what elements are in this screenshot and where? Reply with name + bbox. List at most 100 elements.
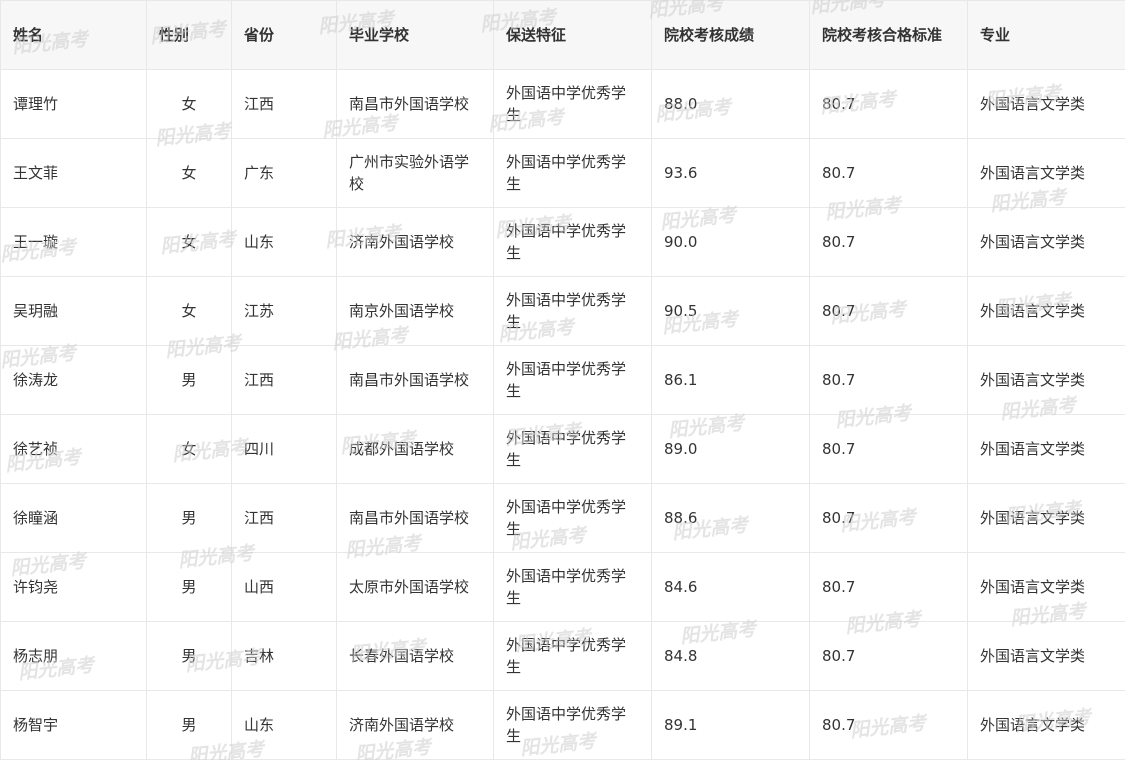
admission-table: 姓名 性别 省份 毕业学校 保送特征 院校考核成绩 院校考核合格标准 专业 谭理… xyxy=(0,0,1125,760)
cell-score: 90.0 xyxy=(651,207,810,277)
cell-score: 89.1 xyxy=(651,690,810,760)
cell-standard: 80.7 xyxy=(809,483,968,553)
cell-province: 江西 xyxy=(231,345,337,415)
cell-school: 济南外国语学校 xyxy=(336,690,494,760)
cell-name: 王文菲 xyxy=(0,138,147,208)
cell-standard: 80.7 xyxy=(809,621,968,691)
cell-gender: 男 xyxy=(146,690,232,760)
cell-province: 山东 xyxy=(231,207,337,277)
cell-feature: 外国语中学优秀学生 xyxy=(493,552,652,622)
header-name: 姓名 xyxy=(0,0,147,70)
header-major: 专业 xyxy=(967,0,1125,70)
header-gender: 性别 xyxy=(146,0,232,70)
cell-major: 外国语言文学类 xyxy=(967,138,1125,208)
cell-feature: 外国语中学优秀学生 xyxy=(493,138,652,208)
table-row: 杨智宇 男 山东 济南外国语学校 外国语中学优秀学生 89.1 80.7 外国语… xyxy=(0,690,1125,760)
cell-school: 南昌市外国语学校 xyxy=(336,345,494,415)
table-row: 徐艺祯 女 四川 成都外国语学校 外国语中学优秀学生 89.0 80.7 外国语… xyxy=(0,414,1125,484)
table-row: 杨志朋 男 吉林 长春外国语学校 外国语中学优秀学生 84.8 80.7 外国语… xyxy=(0,621,1125,691)
cell-score: 90.5 xyxy=(651,276,810,346)
cell-major: 外国语言文学类 xyxy=(967,276,1125,346)
cell-name: 许钧尧 xyxy=(0,552,147,622)
cell-gender: 女 xyxy=(146,138,232,208)
cell-gender: 女 xyxy=(146,69,232,139)
header-score: 院校考核成绩 xyxy=(651,0,810,70)
cell-school: 长春外国语学校 xyxy=(336,621,494,691)
cell-name: 王一璇 xyxy=(0,207,147,277)
table-row: 王文菲 女 广东 广州市实验外语学校 外国语中学优秀学生 93.6 80.7 外… xyxy=(0,138,1125,208)
cell-standard: 80.7 xyxy=(809,345,968,415)
cell-major: 外国语言文学类 xyxy=(967,207,1125,277)
header-feature: 保送特征 xyxy=(493,0,652,70)
cell-score: 88.6 xyxy=(651,483,810,553)
cell-name: 杨志朋 xyxy=(0,621,147,691)
cell-standard: 80.7 xyxy=(809,414,968,484)
cell-province: 四川 xyxy=(231,414,337,484)
cell-school: 成都外国语学校 xyxy=(336,414,494,484)
cell-province: 江西 xyxy=(231,483,337,553)
cell-school: 南京外国语学校 xyxy=(336,276,494,346)
cell-school: 济南外国语学校 xyxy=(336,207,494,277)
table-row: 徐涛龙 男 江西 南昌市外国语学校 外国语中学优秀学生 86.1 80.7 外国… xyxy=(0,345,1125,415)
cell-province: 江西 xyxy=(231,69,337,139)
cell-province: 山东 xyxy=(231,690,337,760)
cell-score: 88.0 xyxy=(651,69,810,139)
cell-gender: 男 xyxy=(146,345,232,415)
table-row: 徐瞳涵 男 江西 南昌市外国语学校 外国语中学优秀学生 88.6 80.7 外国… xyxy=(0,483,1125,553)
cell-score: 93.6 xyxy=(651,138,810,208)
cell-province: 山西 xyxy=(231,552,337,622)
table-row: 吴玥融 女 江苏 南京外国语学校 外国语中学优秀学生 90.5 80.7 外国语… xyxy=(0,276,1125,346)
cell-feature: 外国语中学优秀学生 xyxy=(493,207,652,277)
cell-major: 外国语言文学类 xyxy=(967,690,1125,760)
cell-feature: 外国语中学优秀学生 xyxy=(493,483,652,553)
cell-gender: 男 xyxy=(146,621,232,691)
cell-gender: 男 xyxy=(146,552,232,622)
cell-feature: 外国语中学优秀学生 xyxy=(493,621,652,691)
cell-feature: 外国语中学优秀学生 xyxy=(493,276,652,346)
cell-gender: 女 xyxy=(146,276,232,346)
cell-name: 徐瞳涵 xyxy=(0,483,147,553)
cell-score: 89.0 xyxy=(651,414,810,484)
cell-name: 吴玥融 xyxy=(0,276,147,346)
cell-major: 外国语言文学类 xyxy=(967,483,1125,553)
cell-score: 84.6 xyxy=(651,552,810,622)
cell-province: 江苏 xyxy=(231,276,337,346)
cell-school: 太原市外国语学校 xyxy=(336,552,494,622)
cell-standard: 80.7 xyxy=(809,276,968,346)
cell-school: 广州市实验外语学校 xyxy=(336,138,494,208)
cell-school: 南昌市外国语学校 xyxy=(336,483,494,553)
cell-name: 杨智宇 xyxy=(0,690,147,760)
table-row: 谭理竹 女 江西 南昌市外国语学校 外国语中学优秀学生 88.0 80.7 外国… xyxy=(0,69,1125,139)
table-row: 王一璇 女 山东 济南外国语学校 外国语中学优秀学生 90.0 80.7 外国语… xyxy=(0,207,1125,277)
cell-standard: 80.7 xyxy=(809,552,968,622)
cell-gender: 女 xyxy=(146,207,232,277)
cell-province: 吉林 xyxy=(231,621,337,691)
cell-feature: 外国语中学优秀学生 xyxy=(493,345,652,415)
cell-province: 广东 xyxy=(231,138,337,208)
cell-major: 外国语言文学类 xyxy=(967,621,1125,691)
cell-score: 86.1 xyxy=(651,345,810,415)
cell-school: 南昌市外国语学校 xyxy=(336,69,494,139)
cell-standard: 80.7 xyxy=(809,138,968,208)
cell-feature: 外国语中学优秀学生 xyxy=(493,69,652,139)
cell-major: 外国语言文学类 xyxy=(967,552,1125,622)
cell-name: 徐艺祯 xyxy=(0,414,147,484)
cell-standard: 80.7 xyxy=(809,69,968,139)
table-row: 许钧尧 男 山西 太原市外国语学校 外国语中学优秀学生 84.6 80.7 外国… xyxy=(0,552,1125,622)
header-standard: 院校考核合格标准 xyxy=(809,0,968,70)
header-school: 毕业学校 xyxy=(336,0,494,70)
cell-name: 谭理竹 xyxy=(0,69,147,139)
cell-standard: 80.7 xyxy=(809,690,968,760)
cell-major: 外国语言文学类 xyxy=(967,345,1125,415)
cell-standard: 80.7 xyxy=(809,207,968,277)
cell-gender: 女 xyxy=(146,414,232,484)
cell-name: 徐涛龙 xyxy=(0,345,147,415)
table-header-row: 姓名 性别 省份 毕业学校 保送特征 院校考核成绩 院校考核合格标准 专业 xyxy=(0,0,1125,70)
cell-feature: 外国语中学优秀学生 xyxy=(493,690,652,760)
cell-major: 外国语言文学类 xyxy=(967,69,1125,139)
cell-gender: 男 xyxy=(146,483,232,553)
cell-score: 84.8 xyxy=(651,621,810,691)
cell-major: 外国语言文学类 xyxy=(967,414,1125,484)
cell-feature: 外国语中学优秀学生 xyxy=(493,414,652,484)
header-province: 省份 xyxy=(231,0,337,70)
